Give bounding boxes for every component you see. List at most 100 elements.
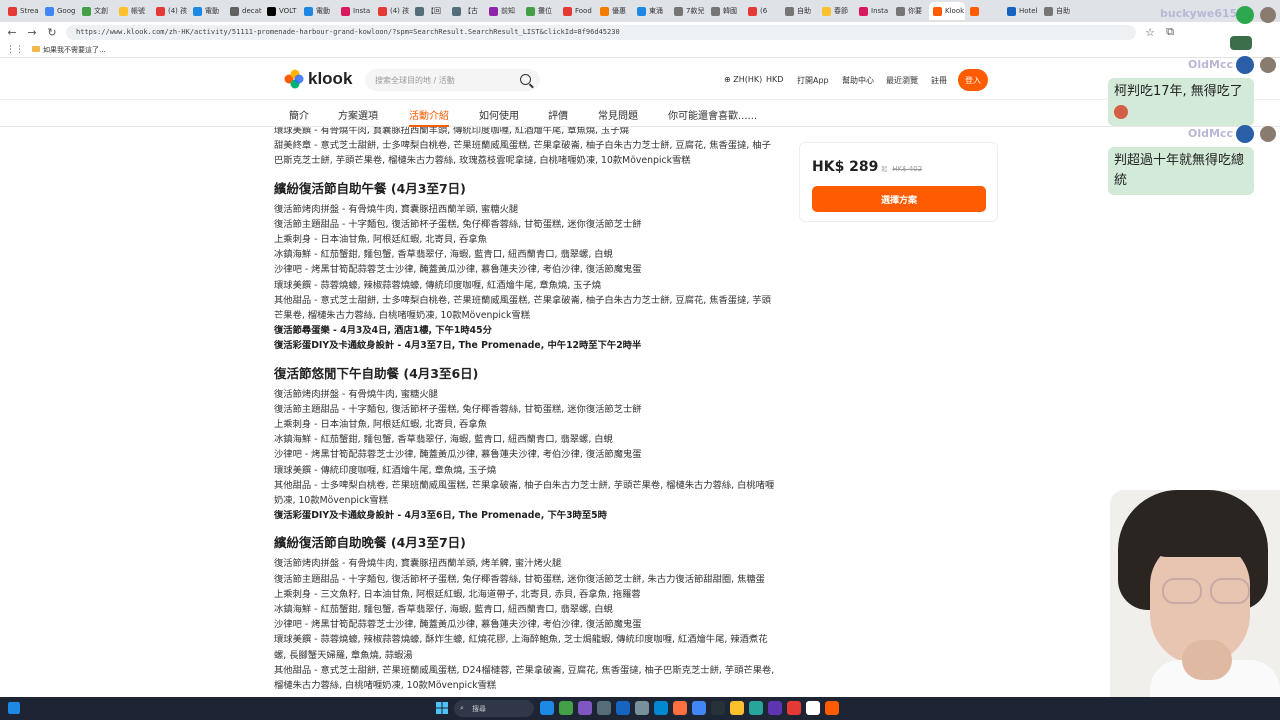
chat-avatar (1260, 57, 1276, 73)
browser-tab[interactable]: 東涌 (633, 2, 669, 20)
taskbar-app-icon[interactable] (711, 701, 725, 715)
taskbar-app-icon[interactable] (654, 701, 668, 715)
star-icon[interactable]: ☆ (1144, 26, 1156, 39)
browser-tab[interactable]: 自助 (781, 2, 817, 20)
glasses-left (1162, 578, 1202, 604)
taskbar-app-icon[interactable] (616, 701, 630, 715)
original-price: HK$ 402 (892, 165, 923, 173)
browser-tab[interactable]: (6 (744, 2, 780, 20)
help-center-link[interactable]: 幫助中心 (842, 75, 874, 86)
tab-options[interactable]: 方案選項 (338, 107, 378, 122)
tab-intro[interactable]: 簡介 (289, 107, 309, 122)
language-label: ZH(HK) (733, 75, 763, 84)
browser-tab[interactable]: decat (226, 2, 262, 20)
browser-tab[interactable]: Insta (337, 2, 373, 20)
taskbar-app-icon[interactable] (749, 701, 763, 715)
browser-tab[interactable]: 攤位 (522, 2, 558, 20)
browser-tab[interactable]: Klook (929, 2, 965, 20)
browser-tab[interactable]: Food (559, 2, 595, 20)
menu-line: 沙律吧 - 烤黑甘筍配蒜蓉芝士沙律, 醃蓋黃瓜沙律, 慕魯蓮夫沙律, 考伯沙律,… (274, 619, 642, 631)
browser-tab[interactable]: 帳號 (115, 2, 151, 20)
open-app-link[interactable]: 打開App (797, 75, 829, 86)
tab-label: 前知 (501, 7, 515, 15)
taskbar-app-icon[interactable] (578, 701, 592, 715)
browser-tab[interactable] (966, 2, 1002, 20)
browser-tab[interactable]: 【回 (411, 2, 447, 20)
recently-viewed-link[interactable]: 最近瀏覽 (886, 75, 918, 86)
tab-favicon-icon (156, 6, 165, 16)
url-field[interactable]: https://www.klook.com/zh-HK/activity/511… (66, 24, 1136, 40)
browser-tab[interactable]: Insta (855, 2, 891, 20)
login-button[interactable]: 登入 (958, 69, 988, 91)
activity-description: 環球美饌 - 有骨燒牛肉, 寶囊豚扭西蘭羊頭, 傳統印度咖喱, 紅酒燴牛尾, 章… (274, 127, 779, 697)
language-selector[interactable]: ⊕ ZH(HK) (724, 75, 762, 84)
browser-tab[interactable]: 電動 (189, 2, 225, 20)
taskbar-app-icon[interactable] (825, 701, 839, 715)
crown-badge-icon (1236, 125, 1254, 143)
taskbar-app-icon[interactable] (540, 701, 554, 715)
tab-how-to-use[interactable]: 如何使用 (479, 107, 519, 122)
menu-line: 其他甜品 - 意式芝士甜餅, 芒果班蘭威風蛋糕, D24榴槤蓉, 芒果拿破崙, … (274, 664, 775, 692)
taskbar-app-icon[interactable] (673, 701, 687, 715)
currency-selector[interactable]: HKD (766, 75, 783, 84)
browser-tab[interactable]: 優惠 (596, 2, 632, 20)
taskbar-app-icon[interactable] (787, 701, 801, 715)
back-icon[interactable]: ← (6, 26, 18, 39)
browser-tab[interactable]: Hotel (1003, 2, 1039, 20)
browser-tab[interactable]: 【古 (448, 2, 484, 20)
taskbar-app-icon[interactable] (597, 701, 611, 715)
browser-tab[interactable]: (4) 孩 (374, 2, 410, 20)
bookmark-label: 如果我不需要這了... (43, 45, 106, 54)
forward-icon[interactable]: → (26, 26, 38, 39)
tab-favicon-icon (748, 6, 757, 16)
browser-tab[interactable]: 韓國 (707, 2, 743, 20)
taskbar-app-icon[interactable] (730, 701, 744, 715)
bookmark-item[interactable]: 如果我不需要這了... (32, 45, 106, 55)
widgets-icon[interactable] (8, 702, 20, 714)
taskbar-app-icon[interactable] (692, 701, 706, 715)
menu-line: 復活節烤肉拼盤 - 有骨燒牛肉, 寶囊豚扭西蘭羊頭, 蜜糖火腿 (274, 203, 519, 215)
chat-avatar (1260, 126, 1276, 142)
tab-faq[interactable]: 常見問題 (598, 107, 638, 122)
tab-label: Goog (57, 7, 76, 15)
tab-label: (4) 孩 (390, 7, 410, 15)
menu-line: 環球美饌 - 傳統印度咖喱, 紅酒燴牛尾, 章魚燒, 玉子燒 (274, 464, 497, 476)
site-header: klook 搜索全球目的地 / 活動 ⊕ ZH(HK) HKD 打開App 幫助… (0, 60, 1280, 100)
event-line: 復活節尋蛋樂 - 4月3及4日, 酒店1樓, 下午1時45分 (274, 325, 492, 337)
tab-favicon-icon (933, 6, 942, 16)
taskbar-app-icon[interactable] (559, 701, 573, 715)
taskbar-app-icon[interactable] (768, 701, 782, 715)
browser-tab[interactable]: 7款兒 (670, 2, 706, 20)
browser-tab[interactable]: 電動 (300, 2, 336, 20)
apps-icon[interactable]: ⋮⋮ (6, 45, 24, 55)
windows-start-icon[interactable] (436, 702, 448, 714)
taskbar-search[interactable]: ⌕ 搜尋 (454, 700, 534, 717)
search-input[interactable]: 搜索全球目的地 / 活動 (365, 69, 540, 91)
browser-tab[interactable]: Strea (4, 2, 40, 20)
register-link[interactable]: 註冊 (931, 75, 947, 86)
menu-line: 上乘刺身 - 日本油甘魚, 阿根廷紅蝦, 北寄貝, 吞拿魚 (274, 419, 487, 431)
tab-reviews[interactable]: 評價 (548, 107, 568, 122)
taskbar-app-icon[interactable] (635, 701, 649, 715)
browser-tab[interactable]: 你要 (892, 2, 928, 20)
browser-tab[interactable]: 春節 (818, 2, 854, 20)
reload-icon[interactable]: ↻ (46, 26, 58, 39)
search-icon[interactable] (520, 74, 531, 85)
browser-tab[interactable]: Goog (41, 2, 77, 20)
browser-tab[interactable]: (4) 孩 (152, 2, 188, 20)
browser-tab[interactable]: 自助 (1040, 2, 1076, 20)
browser-tab[interactable]: VOLT (263, 2, 299, 20)
tab-favicon-icon (563, 6, 572, 16)
tab-label: 電動 (205, 7, 219, 15)
select-option-button[interactable]: 選擇方案 (812, 186, 986, 212)
browser-tab[interactable]: 前知 (485, 2, 521, 20)
browser-tab[interactable]: 文創 (78, 2, 114, 20)
extensions-icon[interactable]: ⧉ (1164, 25, 1176, 39)
tab-favicon-icon (970, 6, 979, 16)
chat-username: OldMcc (1188, 127, 1233, 140)
klook-logo[interactable]: klook (284, 69, 352, 89)
tab-activity-details[interactable]: 活動介紹 (409, 107, 449, 127)
menu-line: 其他甜品 - 意式芝士甜餅, 士多啤梨白桃卷, 芒果班蘭威風蛋糕, 芒果拿破崙,… (274, 294, 771, 322)
taskbar-app-icon[interactable] (806, 701, 820, 715)
tab-recommendations[interactable]: 你可能還會喜歡...... (668, 107, 757, 122)
